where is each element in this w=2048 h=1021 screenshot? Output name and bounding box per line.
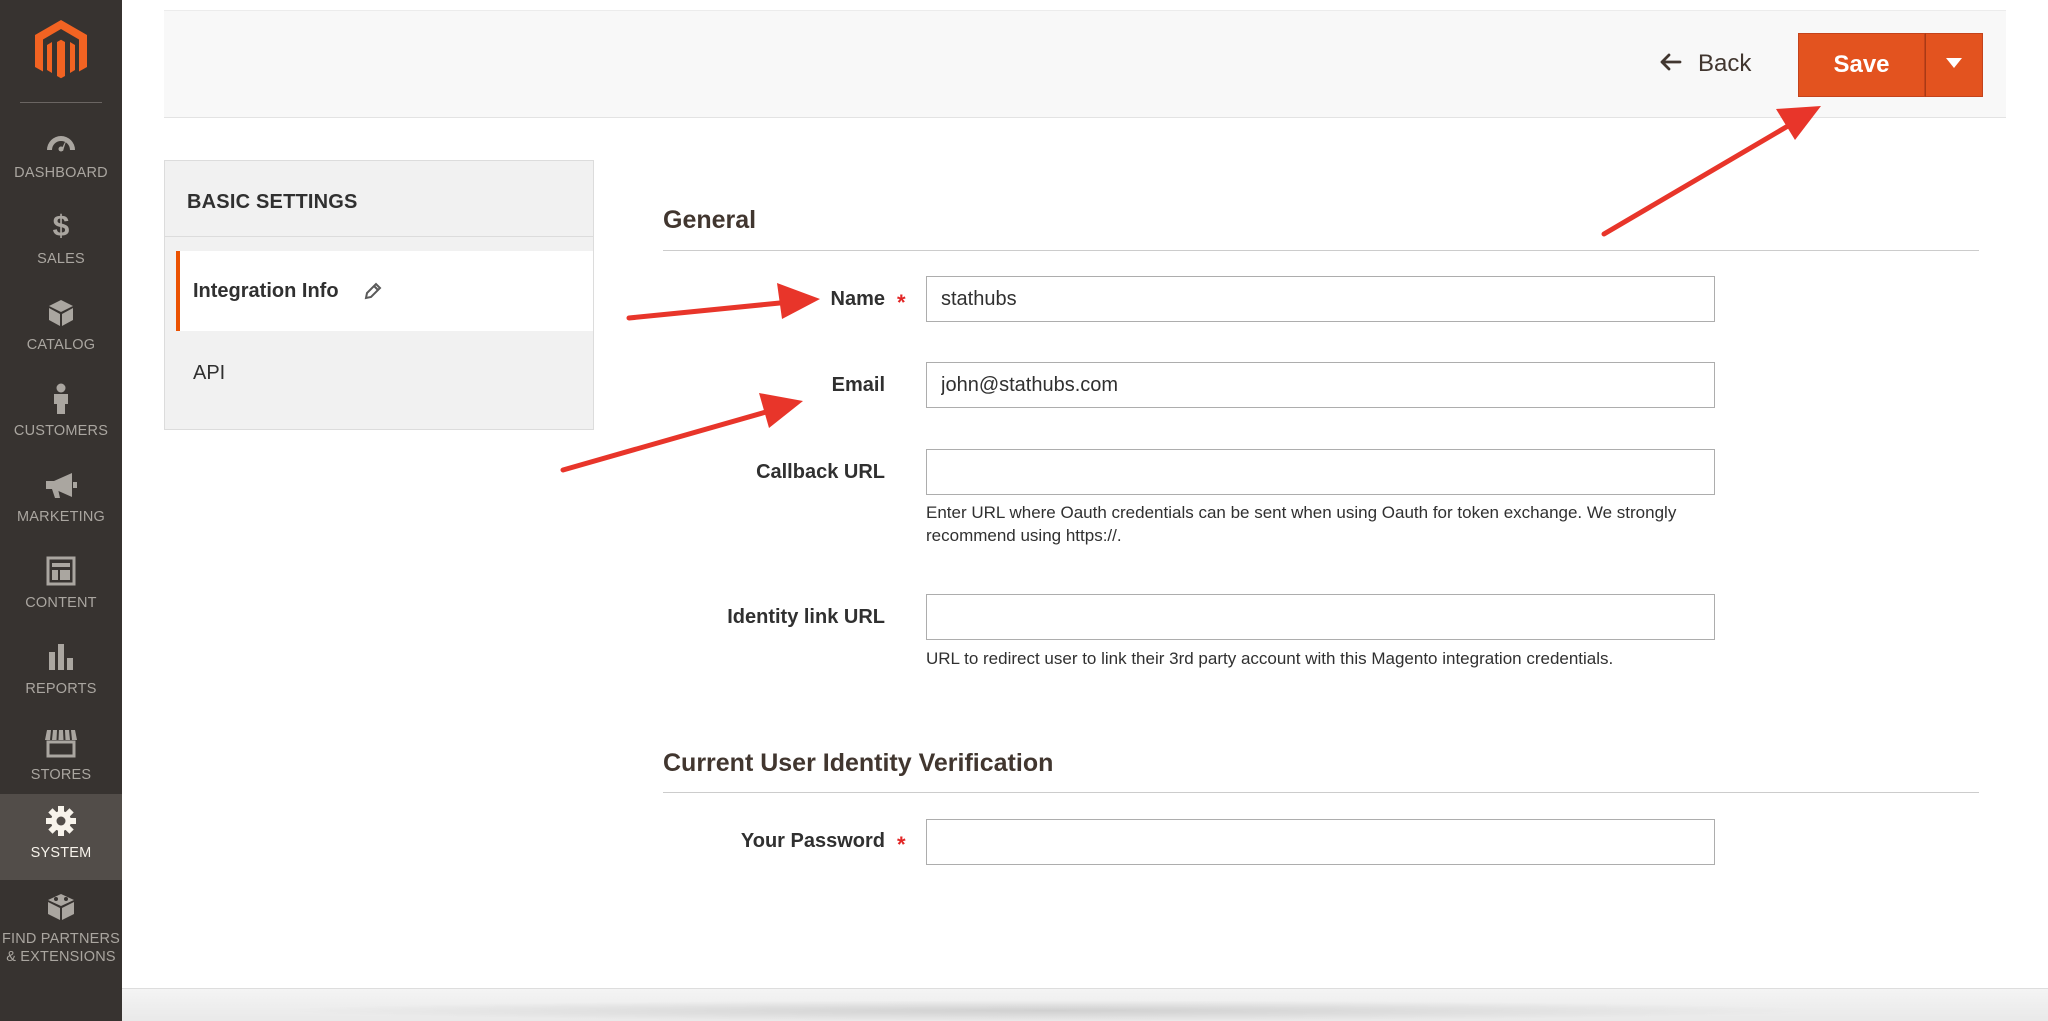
bar-chart-icon: [44, 640, 78, 674]
password-input[interactable]: [926, 819, 1715, 865]
caret-down-icon: [1945, 56, 1963, 74]
save-button[interactable]: Save: [1798, 33, 1925, 97]
annotation-arrow: [1601, 106, 1821, 237]
nav-sales[interactable]: $ SALES: [0, 200, 122, 286]
callback-url-input[interactable]: [926, 449, 1715, 495]
nav-content[interactable]: CONTENT: [0, 544, 122, 630]
logo-divider: [20, 102, 102, 103]
nav-find-partners[interactable]: FIND PARTNERS & EXTENSIONS: [0, 880, 122, 980]
tabs-title: BASIC SETTINGS: [187, 191, 358, 213]
pencil-icon: [363, 281, 383, 301]
nav-label: REPORTS: [25, 681, 97, 697]
tab-integration-info[interactable]: Integration Info: [176, 251, 593, 331]
section-title-verification: Current User Identity Verification: [663, 749, 1054, 777]
tabs-divider: [165, 236, 593, 237]
nav-label: CUSTOMERS: [13, 423, 109, 439]
person-icon: [44, 382, 78, 416]
nav-label-line2: & EXTENSIONS: [6, 949, 116, 965]
nav-label: CATALOG: [26, 337, 96, 353]
section-divider: [663, 792, 1979, 793]
back-label: Back: [1698, 50, 1752, 77]
footer-shadow: [270, 1000, 1830, 1021]
nav-label: MARKETING: [17, 509, 105, 525]
nav-label: FIND PARTNERS & EXTENSIONS: [2, 930, 120, 966]
required-marker: *: [897, 832, 906, 857]
password-label: Your Password: [740, 830, 885, 852]
save-split-button: Save: [1798, 33, 1983, 97]
layout-icon: [44, 554, 78, 588]
arrow-left-icon: [1660, 50, 1682, 78]
tab-api[interactable]: API: [176, 333, 593, 413]
admin-sidebar: DASHBOARD $ SALES CATALOG CUSTOMERS MARK…: [0, 0, 122, 1021]
identity-link-url-note: URL to redirect user to link their 3rd p…: [926, 649, 1614, 668]
nav-label-line1: FIND PARTNERS: [1, 931, 121, 947]
megaphone-icon: [44, 468, 78, 502]
nav-system[interactable]: SYSTEM: [0, 794, 122, 880]
section-title-general: General: [663, 206, 757, 234]
identity-link-url-input[interactable]: [926, 594, 1715, 640]
dollar-icon: $: [52, 210, 70, 243]
name-input[interactable]: [926, 276, 1715, 322]
gear-icon: [44, 804, 78, 838]
nav-dashboard[interactable]: DASHBOARD: [0, 114, 122, 200]
tab-label: API: [193, 361, 226, 384]
nav-marketing[interactable]: MARKETING: [0, 458, 122, 544]
nav-label: CONTENT: [25, 595, 97, 611]
callback-url-label: Callback URL: [756, 461, 885, 483]
magento-logo[interactable]: [33, 20, 89, 82]
nav-label: SYSTEM: [30, 845, 92, 861]
settings-tabs: BASIC SETTINGS Integration Info API: [164, 160, 594, 430]
tab-label: Integration Info: [193, 279, 339, 302]
nav-reports[interactable]: REPORTS: [0, 630, 122, 716]
nav-label: DASHBOARD: [14, 165, 108, 181]
nav-label: STORES: [30, 767, 92, 783]
nav-catalog[interactable]: CATALOG: [0, 286, 122, 372]
annotation-arrow: [560, 393, 803, 473]
callback-url-note: Enter URL where Oauth credentials can be…: [926, 503, 1677, 545]
required-marker: *: [897, 290, 906, 315]
nav-stores[interactable]: STORES: [0, 716, 122, 802]
dashboard-icon: [44, 124, 78, 158]
nav-customers[interactable]: CUSTOMERS: [0, 372, 122, 458]
name-label: Name: [830, 288, 885, 310]
box-icon: [44, 296, 78, 330]
email-input[interactable]: [926, 362, 1715, 408]
save-options-toggle[interactable]: [1925, 33, 1983, 97]
email-label: Email: [831, 374, 885, 396]
nav-label: SALES: [37, 251, 85, 267]
blocks-icon: [44, 890, 78, 924]
section-divider: [663, 250, 1979, 251]
storefront-icon: [44, 726, 78, 760]
identity-link-url-label: Identity link URL: [727, 606, 885, 628]
back-button[interactable]: Back: [1660, 44, 1751, 84]
